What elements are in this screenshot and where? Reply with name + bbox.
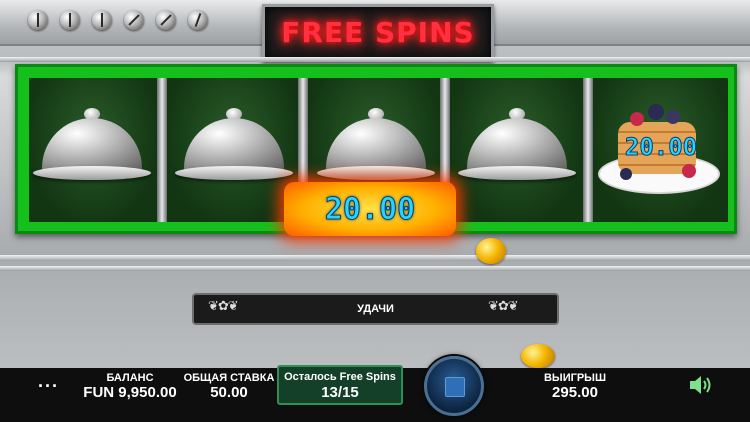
upper-rail bbox=[0, 57, 750, 62]
free-spins-value: 13/15 bbox=[321, 384, 359, 401]
cloche-symbol-icon bbox=[33, 106, 151, 186]
win-value: 295.00 bbox=[552, 384, 598, 401]
coin-icon bbox=[476, 238, 506, 264]
more-dots-icon[interactable]: ··· bbox=[38, 376, 59, 397]
right-ornament-icon: ❦✿❦ bbox=[488, 298, 519, 313]
lower-rail bbox=[0, 255, 750, 261]
cloche-symbol-icon bbox=[175, 106, 293, 186]
win-amount: 20.00 bbox=[324, 192, 416, 228]
knob-3-icon bbox=[92, 10, 112, 30]
win-label: ВЫИГРЫШ bbox=[543, 372, 606, 384]
message-bar: ❦✿❦ УДАЧИ ❦✿❦ bbox=[192, 293, 559, 325]
reel-divider bbox=[157, 78, 167, 222]
title-panel: FREE SPINS bbox=[262, 4, 494, 62]
knob-5-icon bbox=[156, 10, 176, 30]
reel-win-value: 20.00 bbox=[624, 133, 698, 162]
knob-4-icon bbox=[124, 10, 144, 30]
balance-label: БАЛАНС bbox=[106, 372, 154, 384]
knob-2-icon bbox=[60, 10, 80, 30]
knob-6-icon bbox=[188, 10, 208, 30]
stop-icon bbox=[445, 377, 465, 397]
lower-rail-2 bbox=[0, 266, 750, 271]
free-spins-counter: Осталось Free Spins 13/15 bbox=[277, 365, 403, 405]
free-spins-label: Осталось Free Spins bbox=[284, 371, 396, 383]
game-title: FREE SPINS bbox=[281, 16, 475, 49]
speaker-icon[interactable] bbox=[688, 373, 714, 397]
stop-spin-button[interactable] bbox=[424, 356, 484, 416]
bet-label: ОБЩАЯ СТАВКА bbox=[183, 372, 275, 384]
win-amount-banner: 20.00 bbox=[284, 182, 456, 236]
balance-value: FUN 9,950.00 bbox=[83, 384, 177, 401]
bet-value[interactable]: 50.00 bbox=[182, 384, 276, 401]
knob-1-icon bbox=[28, 10, 48, 30]
coin-icon bbox=[521, 344, 555, 368]
cloche-symbol-icon bbox=[317, 106, 435, 186]
cloche-symbol-icon bbox=[458, 106, 576, 186]
reel-divider bbox=[583, 78, 593, 222]
